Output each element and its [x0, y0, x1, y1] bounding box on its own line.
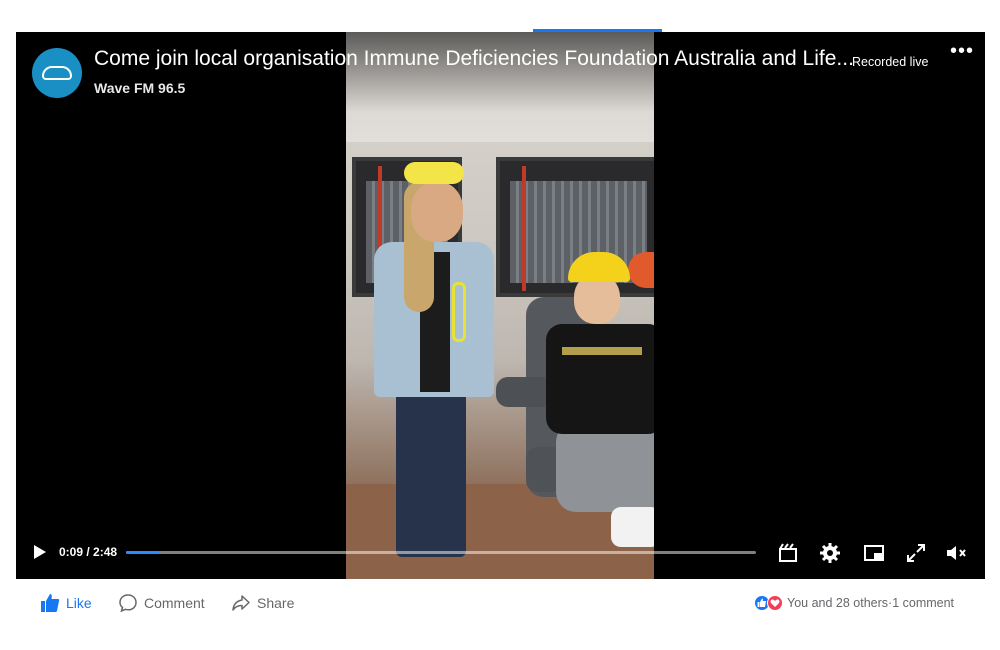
- love-reaction-icon: [767, 595, 783, 611]
- yellow-glasses: [452, 282, 466, 342]
- yellow-headband: [404, 162, 464, 184]
- progress-bar[interactable]: [126, 551, 756, 554]
- share-button[interactable]: Share: [231, 593, 294, 613]
- comment-button[interactable]: Comment: [118, 593, 205, 613]
- clip-icon[interactable]: [776, 541, 800, 565]
- person-seated: [526, 252, 654, 572]
- video-player[interactable]: Come join local organisation Immune Defi…: [16, 32, 985, 579]
- comment-icon: [119, 594, 137, 613]
- post-actions-bar: Like Comment Share You and 28 others · 1…: [16, 579, 985, 625]
- video-title[interactable]: Come join local organisation Immune Defi…: [94, 47, 854, 71]
- comment-count[interactable]: 1 comment: [892, 596, 954, 610]
- like-label: Like: [66, 595, 92, 611]
- miniplayer-icon[interactable]: [862, 541, 886, 565]
- share-icon: [232, 595, 250, 611]
- page-name-link[interactable]: Wave FM 96.5: [94, 80, 185, 96]
- reaction-count: You and 28 others: [787, 596, 889, 610]
- video-header: Come join local organisation Immune Defi…: [16, 32, 985, 112]
- recorded-live-label: Recorded live: [852, 55, 929, 69]
- yellow-hard-hat: [568, 252, 630, 282]
- time-display: 0:09 / 2:48: [59, 545, 118, 559]
- video-frame: [346, 32, 654, 579]
- settings-icon[interactable]: [818, 541, 842, 565]
- more-options-icon[interactable]: •••: [950, 40, 974, 63]
- black-tshirt: [546, 324, 654, 434]
- share-label: Share: [257, 595, 295, 611]
- station-logo-icon: [42, 66, 72, 80]
- shirt-print: [562, 347, 642, 355]
- progress-fill: [126, 551, 161, 554]
- volume-muted-icon[interactable]: [944, 541, 968, 565]
- page: Come join local organisation Immune Defi…: [0, 0, 1000, 650]
- person-dancing: [356, 162, 506, 577]
- page-avatar[interactable]: [32, 48, 82, 98]
- person-head: [411, 182, 463, 242]
- reaction-summary[interactable]: You and 28 others · 1 comment: [754, 595, 954, 611]
- grey-pants: [556, 422, 654, 512]
- thumbs-up-icon: [757, 598, 766, 607]
- fullscreen-icon[interactable]: [904, 541, 928, 565]
- like-button[interactable]: Like: [40, 593, 92, 613]
- video-controls: 0:09 / 2:48: [16, 529, 985, 579]
- comment-label: Comment: [144, 595, 205, 611]
- heart-icon: [770, 599, 780, 607]
- thumbs-up-icon: [41, 594, 60, 612]
- play-icon[interactable]: [34, 545, 46, 559]
